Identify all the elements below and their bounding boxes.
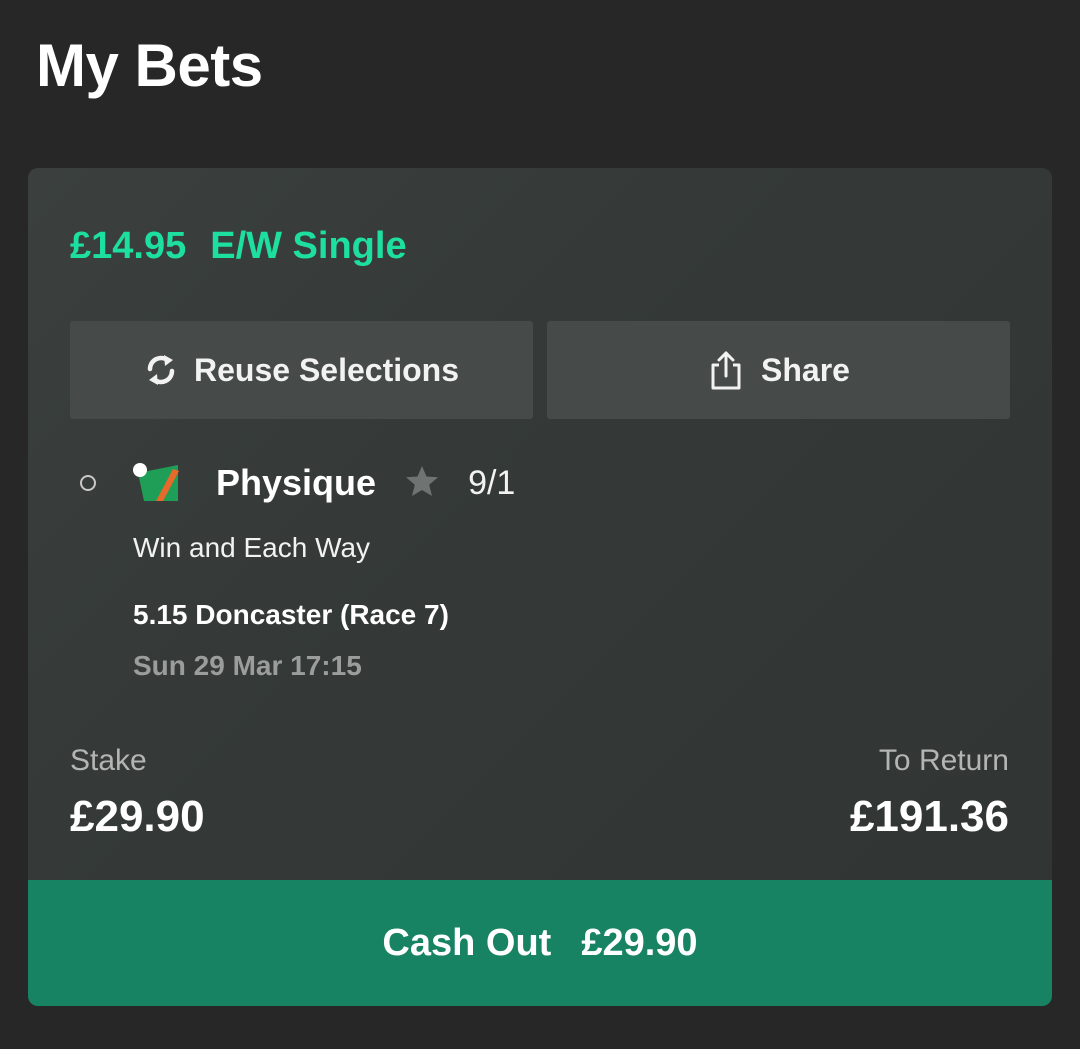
reuse-selections-label: Reuse Selections bbox=[194, 351, 459, 388]
to-return-value: £191.36 bbox=[849, 792, 1009, 841]
odds: 9/1 bbox=[468, 463, 516, 502]
to-return-label: To Return bbox=[878, 744, 1009, 777]
bet-heading: £14.95 E/W Single bbox=[70, 222, 407, 270]
share-label: Share bbox=[761, 351, 850, 388]
stake-label: Stake bbox=[70, 744, 147, 777]
reuse-selections-button[interactable]: Reuse Selections bbox=[70, 321, 533, 419]
cash-out-button[interactable]: Cash Out £29.90 bbox=[28, 880, 1052, 1006]
stake-value: £29.90 bbox=[70, 792, 205, 841]
jockey-silks-icon bbox=[130, 461, 186, 505]
share-button[interactable]: Share bbox=[547, 321, 1010, 419]
runner-name: Physique bbox=[216, 462, 377, 503]
cash-out-value: £29.90 bbox=[581, 921, 698, 964]
race-name[interactable]: 5.15 Doncaster (Race 7) bbox=[133, 597, 449, 633]
unit-stake: £14.95 bbox=[70, 225, 187, 267]
bet-card: £14.95 E/W Single Reuse Selections Share bbox=[28, 168, 1052, 1006]
refresh-icon bbox=[144, 352, 178, 388]
share-icon bbox=[707, 349, 745, 391]
bet-type: E/W Single bbox=[210, 225, 407, 267]
market-label: Win and Each Way bbox=[133, 532, 371, 563]
selection-row: Physique 9/1 bbox=[80, 458, 515, 508]
race-datetime: Sun 29 Mar 17:15 bbox=[133, 650, 362, 681]
cash-out-label: Cash Out bbox=[382, 921, 552, 964]
star-icon[interactable] bbox=[404, 464, 440, 503]
status-indicator bbox=[80, 475, 96, 491]
page-title: My Bets bbox=[36, 32, 263, 99]
